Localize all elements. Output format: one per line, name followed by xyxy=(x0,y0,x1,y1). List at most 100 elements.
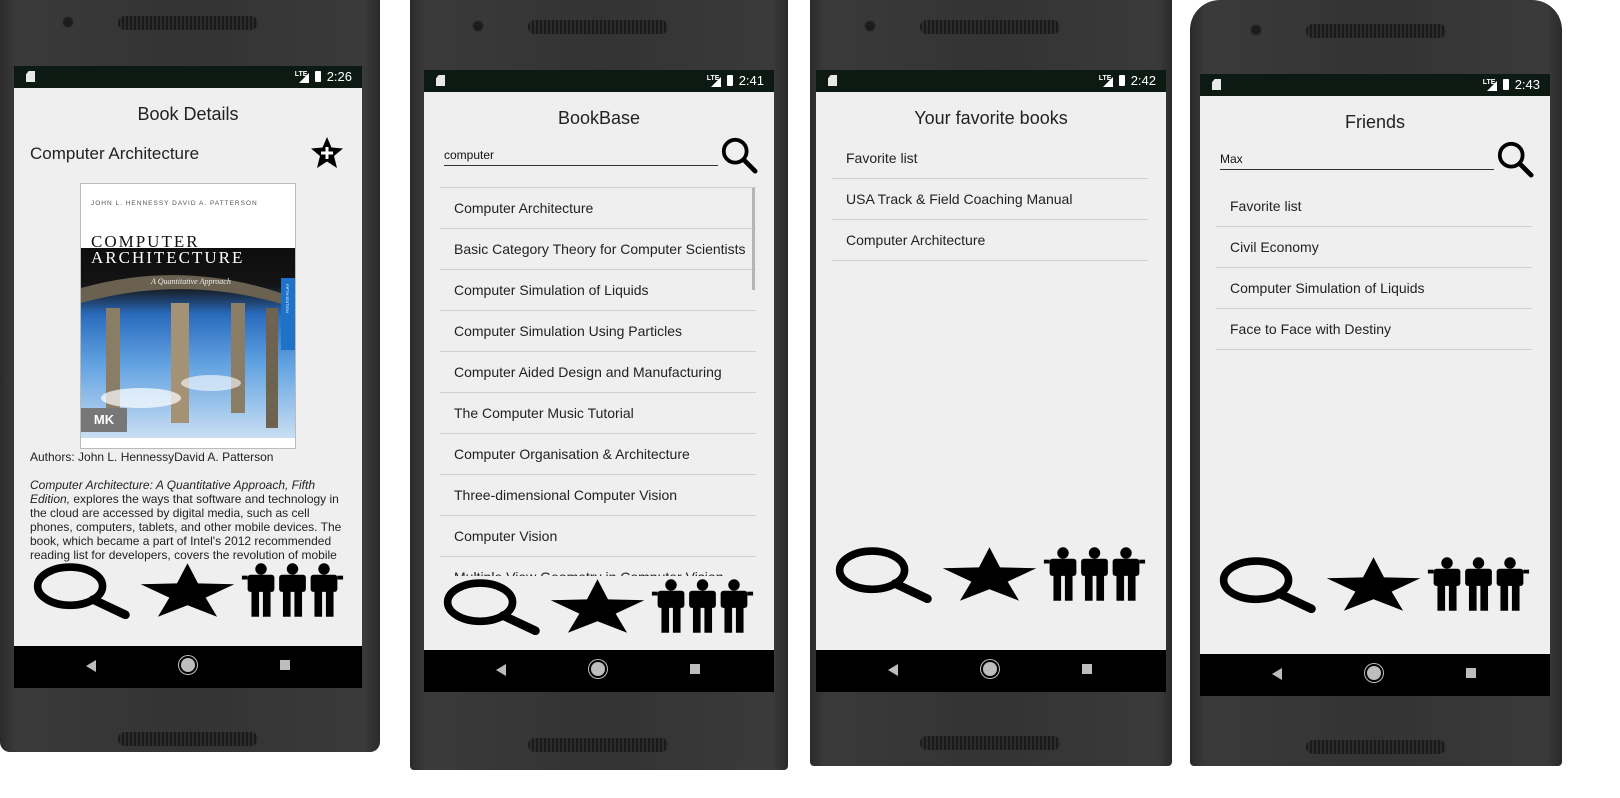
search-button[interactable] xyxy=(720,136,758,179)
lte-signal-icon: LTE xyxy=(1099,75,1113,87)
favorite-add-button[interactable] xyxy=(310,136,344,170)
publisher-logo: MK xyxy=(81,408,127,432)
cover-edition-spine: FIFTH EDITION xyxy=(281,278,295,350)
bottom-speaker xyxy=(920,736,1060,750)
search-icon xyxy=(1216,555,1321,613)
cover-edition-label: FIFTH EDITION xyxy=(285,284,290,313)
search-input[interactable] xyxy=(444,148,718,166)
home-icon[interactable] xyxy=(983,662,997,676)
earpiece-speaker xyxy=(528,20,668,34)
star-icon xyxy=(545,577,650,635)
bottom-speaker xyxy=(528,738,668,752)
lte-signal-icon: LTE xyxy=(707,75,721,87)
battery-icon xyxy=(1502,79,1509,90)
lte-signal-icon: LTE xyxy=(295,71,309,83)
home-icon[interactable] xyxy=(181,658,195,672)
status-bar: LTE 2:42 xyxy=(816,70,1166,92)
list-item[interactable]: Computer Architecture xyxy=(440,188,756,229)
lte-signal-icon: LTE xyxy=(1483,79,1497,91)
nav-search-button[interactable] xyxy=(30,560,135,620)
bottom-speaker xyxy=(1306,740,1446,754)
nav-search-button[interactable] xyxy=(440,576,545,636)
phone-favorites: LTE 2:42 Your favorite books Favorite li… xyxy=(810,0,1172,766)
nav-search-button[interactable] xyxy=(1216,554,1321,614)
list-item[interactable]: Favorite list xyxy=(1216,186,1532,227)
sdcard-icon xyxy=(26,71,35,82)
list-item[interactable]: Favorite list xyxy=(832,138,1148,179)
list-item[interactable]: The Computer Music Tutorial xyxy=(440,393,756,434)
recents-icon[interactable] xyxy=(1082,664,1092,674)
book-title: Computer Architecture xyxy=(30,144,200,163)
search-button[interactable] xyxy=(1496,140,1534,183)
list-item[interactable]: Basic Category Theory for Computer Scien… xyxy=(440,229,756,270)
back-icon[interactable] xyxy=(888,664,898,676)
friends-icon xyxy=(1042,545,1147,603)
status-time: 2:41 xyxy=(738,73,764,88)
bottom-navigation xyxy=(440,576,755,636)
star-icon xyxy=(135,561,240,619)
phone-bookbase: LTE 2:41 BookBase Computer Architecture … xyxy=(410,0,788,770)
nav-favorites-button[interactable] xyxy=(545,576,650,636)
search-results-list: Computer Architecture Basic Category The… xyxy=(440,187,756,588)
status-bar: LTE 2:43 xyxy=(1200,74,1550,96)
battery-icon xyxy=(314,71,321,82)
system-nav-bar xyxy=(816,650,1166,692)
sdcard-icon xyxy=(1212,79,1221,90)
friends-icon xyxy=(1426,555,1531,613)
star-icon xyxy=(1321,555,1426,613)
list-item[interactable]: Computer Simulation of Liquids xyxy=(440,270,756,311)
list-item[interactable]: Computer Vision xyxy=(440,516,756,557)
back-icon[interactable] xyxy=(1272,668,1282,680)
back-icon[interactable] xyxy=(86,660,96,672)
phone-book-details: LTE 2:26 Book Details Computer Architect… xyxy=(0,0,380,760)
recents-icon[interactable] xyxy=(280,660,290,670)
list-item[interactable]: Computer Architecture xyxy=(832,220,1148,261)
nav-search-button[interactable] xyxy=(832,544,937,604)
status-time: 2:26 xyxy=(326,69,352,84)
nav-favorites-button[interactable] xyxy=(937,544,1042,604)
list-item[interactable]: Face to Face with Destiny xyxy=(1216,309,1532,350)
front-camera xyxy=(472,20,484,32)
star-add-icon xyxy=(311,137,343,168)
nav-friends-button[interactable] xyxy=(240,560,345,620)
list-item[interactable]: Civil Economy xyxy=(1216,227,1532,268)
list-scrollbar[interactable] xyxy=(752,188,755,290)
friend-search-input[interactable] xyxy=(1220,152,1494,170)
list-item[interactable]: Computer Organisation & Architecture xyxy=(440,434,756,475)
earpiece-speaker xyxy=(920,20,1060,34)
search-icon xyxy=(30,561,135,619)
list-item[interactable]: USA Track & Field Coaching Manual xyxy=(832,179,1148,220)
page-title: Friends xyxy=(1344,112,1406,132)
screen: LTE 2:43 Friends Favorite list Civil Eco… xyxy=(1200,74,1550,696)
nav-friends-button[interactable] xyxy=(1042,544,1147,604)
home-icon[interactable] xyxy=(1367,666,1381,680)
book-description: Computer Architecture: A Quantitative Ap… xyxy=(30,478,344,562)
status-bar: LTE 2:41 xyxy=(424,70,774,92)
system-nav-bar xyxy=(1200,654,1550,696)
friends-icon xyxy=(650,577,755,635)
nav-favorites-button[interactable] xyxy=(135,560,240,620)
nav-favorites-button[interactable] xyxy=(1321,554,1426,614)
home-icon[interactable] xyxy=(591,662,605,676)
bottom-speaker xyxy=(118,732,258,746)
nav-friends-button[interactable] xyxy=(650,576,755,636)
nav-friends-button[interactable] xyxy=(1426,554,1531,614)
cover-title-line2: ARCHITECTURE xyxy=(91,248,245,267)
recents-icon[interactable] xyxy=(690,664,700,674)
back-icon[interactable] xyxy=(496,664,506,676)
page-title: Book Details xyxy=(137,104,239,124)
sdcard-icon xyxy=(828,75,837,86)
star-icon xyxy=(937,545,1042,603)
list-item[interactable]: Computer Simulation of Liquids xyxy=(1216,268,1532,309)
screen: LTE 2:41 BookBase Computer Architecture … xyxy=(424,70,774,692)
system-nav-bar xyxy=(14,646,362,688)
status-bar: LTE 2:26 xyxy=(14,66,362,88)
front-camera xyxy=(864,20,876,32)
list-item[interactable]: Computer Simulation Using Particles xyxy=(440,311,756,352)
screen: LTE 2:26 Book Details Computer Architect… xyxy=(14,66,362,688)
recents-icon[interactable] xyxy=(1466,668,1476,678)
list-item[interactable]: Computer Aided Design and Manufacturing xyxy=(440,352,756,393)
list-item[interactable]: Three-dimensional Computer Vision xyxy=(440,475,756,516)
bottom-navigation xyxy=(30,560,345,620)
system-nav-bar xyxy=(424,650,774,692)
